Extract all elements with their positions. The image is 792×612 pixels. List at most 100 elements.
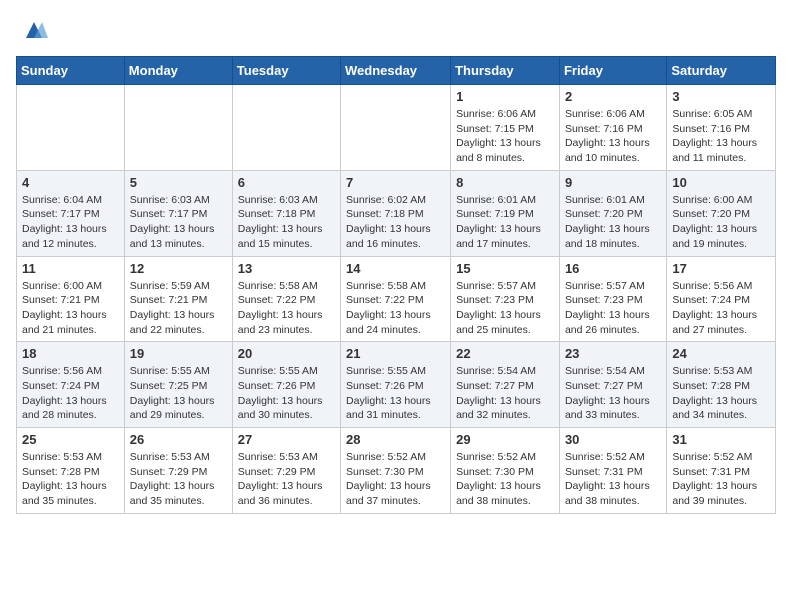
weekday-header-wednesday: Wednesday	[341, 57, 451, 85]
calendar-cell: 28 Sunrise: 5:52 AM Sunset: 7:30 PM Dayli…	[341, 428, 451, 514]
day-number: 17	[672, 261, 770, 276]
day-info: Sunrise: 5:58 AM Sunset: 7:22 PM Dayligh…	[238, 279, 335, 338]
day-number: 13	[238, 261, 335, 276]
calendar-cell: 26 Sunrise: 5:53 AM Sunset: 7:29 PM Dayli…	[124, 428, 232, 514]
calendar-week-3: 11 Sunrise: 6:00 AM Sunset: 7:21 PM Dayli…	[17, 256, 776, 342]
day-info: Sunrise: 5:52 AM Sunset: 7:30 PM Dayligh…	[456, 450, 554, 509]
calendar-cell: 30Sunrise: 5:52 AM Sunset: 7:31 PM Dayli…	[559, 428, 666, 514]
day-number: 11	[22, 261, 119, 276]
weekday-header-friday: Friday	[559, 57, 666, 85]
calendar-cell	[17, 85, 125, 171]
calendar-cell: 19 Sunrise: 5:55 AM Sunset: 7:25 PM Dayli…	[124, 342, 232, 428]
day-number: 20	[238, 346, 335, 361]
day-info: Sunrise: 5:52 AM Sunset: 7:31 PM Dayligh…	[672, 450, 770, 509]
calendar-cell: 7 Sunrise: 6:02 AM Sunset: 7:18 PM Daylig…	[341, 170, 451, 256]
day-number: 7	[346, 175, 445, 190]
calendar-cell: 16 Sunrise: 5:57 AM Sunset: 7:23 PM Dayli…	[559, 256, 666, 342]
day-number: 24	[672, 346, 770, 361]
calendar-cell: 29 Sunrise: 5:52 AM Sunset: 7:30 PM Dayli…	[451, 428, 560, 514]
day-info: Sunrise: 6:03 AM Sunset: 7:17 PM Dayligh…	[130, 193, 227, 252]
calendar-week-5: 25 Sunrise: 5:53 AM Sunset: 7:28 PM Dayli…	[17, 428, 776, 514]
day-info: Sunrise: 5:54 AM Sunset: 7:27 PM Dayligh…	[456, 364, 554, 423]
day-number: 31	[672, 432, 770, 447]
calendar-cell: 23 Sunrise: 5:54 AM Sunset: 7:27 PM Dayli…	[559, 342, 666, 428]
weekday-header-saturday: Saturday	[667, 57, 776, 85]
logo-icon	[20, 16, 48, 44]
day-number: 14	[346, 261, 445, 276]
day-info: Sunrise: 5:57 AM Sunset: 7:23 PM Dayligh…	[565, 279, 661, 338]
day-info: Sunrise: 6:03 AM Sunset: 7:18 PM Dayligh…	[238, 193, 335, 252]
day-number: 6	[238, 175, 335, 190]
calendar-cell	[124, 85, 232, 171]
day-number: 30	[565, 432, 661, 447]
day-info: Sunrise: 5:56 AM Sunset: 7:24 PM Dayligh…	[22, 364, 119, 423]
day-info: Sunrise: 6:06 AM Sunset: 7:15 PM Dayligh…	[456, 107, 554, 166]
calendar-cell: 2Sunrise: 6:06 AM Sunset: 7:16 PM Daylig…	[559, 85, 666, 171]
logo	[16, 16, 48, 44]
day-number: 2	[565, 89, 661, 104]
calendar-cell: 27 Sunrise: 5:53 AM Sunset: 7:29 PM Dayli…	[232, 428, 340, 514]
day-number: 22	[456, 346, 554, 361]
day-info: Sunrise: 5:52 AM Sunset: 7:30 PM Dayligh…	[346, 450, 445, 509]
day-info: Sunrise: 5:55 AM Sunset: 7:25 PM Dayligh…	[130, 364, 227, 423]
day-info: Sunrise: 5:55 AM Sunset: 7:26 PM Dayligh…	[238, 364, 335, 423]
day-number: 29	[456, 432, 554, 447]
day-number: 3	[672, 89, 770, 104]
day-number: 12	[130, 261, 227, 276]
day-number: 8	[456, 175, 554, 190]
day-number: 27	[238, 432, 335, 447]
weekday-header-sunday: Sunday	[17, 57, 125, 85]
weekday-header-monday: Monday	[124, 57, 232, 85]
day-number: 28	[346, 432, 445, 447]
day-info: Sunrise: 5:53 AM Sunset: 7:28 PM Dayligh…	[672, 364, 770, 423]
calendar-week-2: 4 Sunrise: 6:04 AM Sunset: 7:17 PM Daylig…	[17, 170, 776, 256]
day-number: 26	[130, 432, 227, 447]
day-info: Sunrise: 5:53 AM Sunset: 7:29 PM Dayligh…	[130, 450, 227, 509]
calendar-week-1: 1 Sunrise: 6:06 AM Sunset: 7:15 PM Daylig…	[17, 85, 776, 171]
calendar-cell: 25 Sunrise: 5:53 AM Sunset: 7:28 PM Dayli…	[17, 428, 125, 514]
day-number: 25	[22, 432, 119, 447]
calendar-cell: 11 Sunrise: 6:00 AM Sunset: 7:21 PM Dayli…	[17, 256, 125, 342]
weekday-header-tuesday: Tuesday	[232, 57, 340, 85]
calendar-cell: 14 Sunrise: 5:58 AM Sunset: 7:22 PM Dayli…	[341, 256, 451, 342]
day-number: 15	[456, 261, 554, 276]
day-info: Sunrise: 5:57 AM Sunset: 7:23 PM Dayligh…	[456, 279, 554, 338]
day-info: Sunrise: 5:54 AM Sunset: 7:27 PM Dayligh…	[565, 364, 661, 423]
calendar-cell: 4 Sunrise: 6:04 AM Sunset: 7:17 PM Daylig…	[17, 170, 125, 256]
calendar-cell: 6 Sunrise: 6:03 AM Sunset: 7:18 PM Daylig…	[232, 170, 340, 256]
day-number: 19	[130, 346, 227, 361]
day-info: Sunrise: 6:00 AM Sunset: 7:21 PM Dayligh…	[22, 279, 119, 338]
day-number: 18	[22, 346, 119, 361]
calendar-cell: 8Sunrise: 6:01 AM Sunset: 7:19 PM Daylig…	[451, 170, 560, 256]
calendar-cell: 20 Sunrise: 5:55 AM Sunset: 7:26 PM Dayli…	[232, 342, 340, 428]
day-info: Sunrise: 6:02 AM Sunset: 7:18 PM Dayligh…	[346, 193, 445, 252]
day-number: 9	[565, 175, 661, 190]
calendar-cell: 15 Sunrise: 5:57 AM Sunset: 7:23 PM Dayli…	[451, 256, 560, 342]
day-info: Sunrise: 6:04 AM Sunset: 7:17 PM Dayligh…	[22, 193, 119, 252]
day-info: Sunrise: 5:53 AM Sunset: 7:28 PM Dayligh…	[22, 450, 119, 509]
calendar-week-4: 18 Sunrise: 5:56 AM Sunset: 7:24 PM Dayli…	[17, 342, 776, 428]
calendar-cell: 1 Sunrise: 6:06 AM Sunset: 7:15 PM Daylig…	[451, 85, 560, 171]
calendar-cell: 18 Sunrise: 5:56 AM Sunset: 7:24 PM Dayli…	[17, 342, 125, 428]
day-info: Sunrise: 5:55 AM Sunset: 7:26 PM Dayligh…	[346, 364, 445, 423]
calendar-cell: 3Sunrise: 6:05 AM Sunset: 7:16 PM Daylig…	[667, 85, 776, 171]
day-number: 10	[672, 175, 770, 190]
day-info: Sunrise: 5:56 AM Sunset: 7:24 PM Dayligh…	[672, 279, 770, 338]
calendar-cell: 17 Sunrise: 5:56 AM Sunset: 7:24 PM Dayli…	[667, 256, 776, 342]
day-info: Sunrise: 5:53 AM Sunset: 7:29 PM Dayligh…	[238, 450, 335, 509]
day-info: Sunrise: 5:58 AM Sunset: 7:22 PM Dayligh…	[346, 279, 445, 338]
calendar-cell: 12Sunrise: 5:59 AM Sunset: 7:21 PM Dayli…	[124, 256, 232, 342]
calendar-cell: 31 Sunrise: 5:52 AM Sunset: 7:31 PM Dayli…	[667, 428, 776, 514]
calendar-table: SundayMondayTuesdayWednesdayThursdayFrid…	[16, 56, 776, 514]
calendar-cell: 10 Sunrise: 6:00 AM Sunset: 7:20 PM Dayli…	[667, 170, 776, 256]
calendar-cell: 21 Sunrise: 5:55 AM Sunset: 7:26 PM Dayli…	[341, 342, 451, 428]
day-info: Sunrise: 6:01 AM Sunset: 7:20 PM Dayligh…	[565, 193, 661, 252]
day-number: 23	[565, 346, 661, 361]
day-number: 21	[346, 346, 445, 361]
calendar-cell: 5Sunrise: 6:03 AM Sunset: 7:17 PM Daylig…	[124, 170, 232, 256]
day-info: Sunrise: 6:00 AM Sunset: 7:20 PM Dayligh…	[672, 193, 770, 252]
day-number: 1	[456, 89, 554, 104]
day-number: 16	[565, 261, 661, 276]
calendar-cell: 24 Sunrise: 5:53 AM Sunset: 7:28 PM Dayli…	[667, 342, 776, 428]
day-number: 4	[22, 175, 119, 190]
